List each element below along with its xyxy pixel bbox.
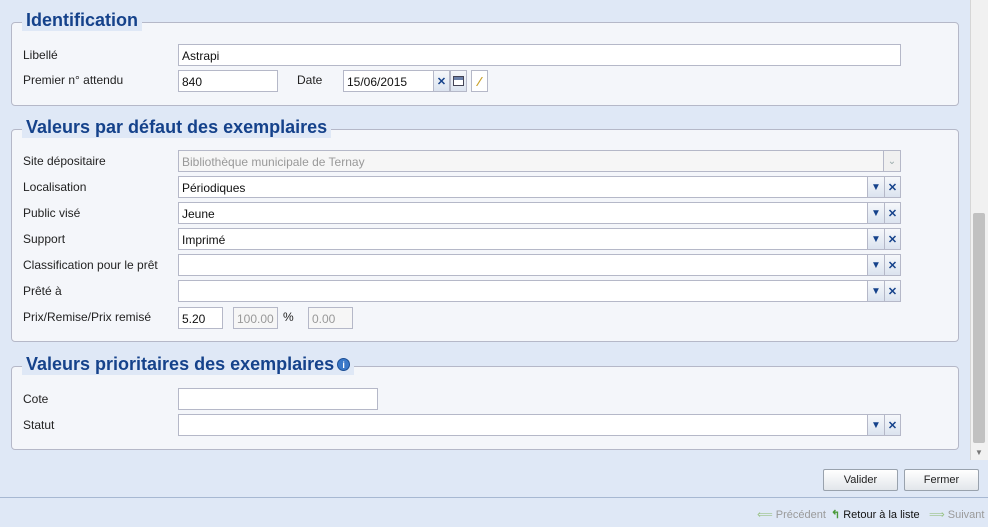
- form-panel: Identification Libellé Astrapi Premier n…: [0, 0, 979, 497]
- statut-select[interactable]: [178, 414, 868, 436]
- footer-nav: ⟸ Précédent ↰ Retour à la liste ⟹ Suivan…: [0, 497, 988, 527]
- close-icon: ✕: [436, 75, 447, 88]
- public-dropdown-button[interactable]: ▼: [868, 202, 885, 224]
- identification-title: Identification: [26, 10, 138, 30]
- previous-label: Précédent: [775, 508, 826, 521]
- back-to-list-link[interactable]: ↰ Retour à la liste: [831, 508, 920, 522]
- identification-fieldset: Identification Libellé Astrapi Premier n…: [11, 10, 959, 106]
- date-clear-button[interactable]: ✕: [433, 70, 450, 92]
- public-select[interactable]: Jeune: [178, 202, 868, 224]
- localisation-select[interactable]: Périodiques: [178, 176, 868, 198]
- support-clear-button[interactable]: ✕: [884, 228, 901, 250]
- cote-input[interactable]: [178, 388, 378, 410]
- percent-label: %: [283, 310, 294, 324]
- previous-link[interactable]: ⟸ Précédent: [757, 508, 826, 522]
- arrow-right-icon: ⟹: [929, 509, 945, 521]
- support-label: Support: [23, 232, 66, 246]
- prix-label: Prix/Remise/Prix remisé: [23, 310, 152, 324]
- date-input[interactable]: 15/06/2015: [343, 70, 434, 92]
- priority-fieldset: Valeurs prioritaires des exemplaires i Co…: [11, 354, 959, 450]
- defaults-fieldset: Valeurs par défaut des exemplaires Site …: [11, 117, 959, 342]
- arrow-left-icon: ⟸: [757, 509, 773, 521]
- return-arrow-icon: ↰: [831, 509, 841, 521]
- prete-select[interactable]: [178, 280, 868, 302]
- public-label: Public visé: [23, 206, 81, 220]
- prete-clear-button[interactable]: ✕: [884, 280, 901, 302]
- info-icon[interactable]: i: [337, 358, 351, 371]
- calendar-icon: [453, 76, 464, 86]
- date-label: Date: [297, 73, 323, 87]
- prete-dropdown-button[interactable]: ▼: [868, 280, 885, 302]
- next-label: Suivant: [947, 508, 985, 521]
- chevron-down-icon: ▼: [871, 233, 881, 245]
- chevron-down-icon: ▼: [871, 285, 881, 297]
- chevron-down-icon: ▼: [871, 181, 881, 193]
- premier-numero-input[interactable]: 840: [178, 70, 278, 92]
- defaults-title: Valeurs par défaut des exemplaires: [26, 117, 328, 137]
- cote-label: Cote: [23, 392, 49, 406]
- fermer-button[interactable]: Fermer: [904, 469, 979, 491]
- identification-legend: Identification: [22, 10, 142, 31]
- remise-input: 100.00: [233, 307, 278, 329]
- site-select: Bibliothèque municipale de Ternay: [178, 150, 884, 172]
- chevron-down-icon: ⌄: [887, 155, 897, 167]
- support-select[interactable]: Imprimé: [178, 228, 868, 250]
- localisation-clear-button[interactable]: ✕: [884, 176, 901, 198]
- public-clear-button[interactable]: ✕: [884, 202, 901, 224]
- close-icon: ✕: [887, 233, 898, 246]
- defaults-legend: Valeurs par défaut des exemplaires: [22, 117, 332, 138]
- scrollbar-thumb[interactable]: [973, 213, 985, 443]
- next-link[interactable]: ⟹ Suivant: [929, 508, 985, 522]
- classification-select[interactable]: [178, 254, 868, 276]
- priority-legend: Valeurs prioritaires des exemplaires i: [22, 354, 355, 375]
- statut-dropdown-button[interactable]: ▼: [868, 414, 885, 436]
- close-icon: ✕: [887, 285, 898, 298]
- premier-numero-label: Premier n° attendu: [23, 73, 124, 87]
- classification-clear-button[interactable]: ✕: [884, 254, 901, 276]
- scroll-down-arrow[interactable]: ▼: [974, 448, 984, 457]
- back-to-list-label: Retour à la liste: [843, 508, 920, 521]
- chevron-down-icon: ▼: [871, 207, 881, 219]
- site-dropdown-button: ⌄: [884, 150, 901, 172]
- date-calendar-button[interactable]: [450, 70, 467, 92]
- libelle-label: Libellé: [23, 48, 58, 62]
- prete-label: Prêté à: [23, 284, 62, 298]
- statut-label: Statut: [23, 418, 55, 432]
- statut-clear-button[interactable]: ✕: [884, 414, 901, 436]
- chevron-down-icon: ▼: [871, 419, 881, 431]
- valider-button[interactable]: Valider: [823, 469, 898, 491]
- classification-dropdown-button[interactable]: ▼: [868, 254, 885, 276]
- prix-input[interactable]: 5.20: [178, 307, 223, 329]
- libelle-input[interactable]: Astrapi: [178, 44, 901, 66]
- chevron-down-icon: ▼: [871, 259, 881, 271]
- magic-wand-icon: ⁄: [478, 73, 481, 89]
- date-wand-button[interactable]: ⁄: [471, 70, 488, 92]
- support-dropdown-button[interactable]: ▼: [868, 228, 885, 250]
- prix-remise-input: 0.00: [308, 307, 353, 329]
- close-icon: ✕: [887, 259, 898, 272]
- priority-title: Valeurs prioritaires des exemplaires: [26, 354, 335, 374]
- close-icon: ✕: [887, 181, 898, 194]
- site-label: Site dépositaire: [23, 154, 106, 168]
- classification-label: Classification pour le prêt: [23, 258, 158, 272]
- close-icon: ✕: [887, 419, 898, 432]
- close-icon: ✕: [887, 207, 898, 220]
- localisation-dropdown-button[interactable]: ▼: [868, 176, 885, 198]
- localisation-label: Localisation: [23, 180, 87, 194]
